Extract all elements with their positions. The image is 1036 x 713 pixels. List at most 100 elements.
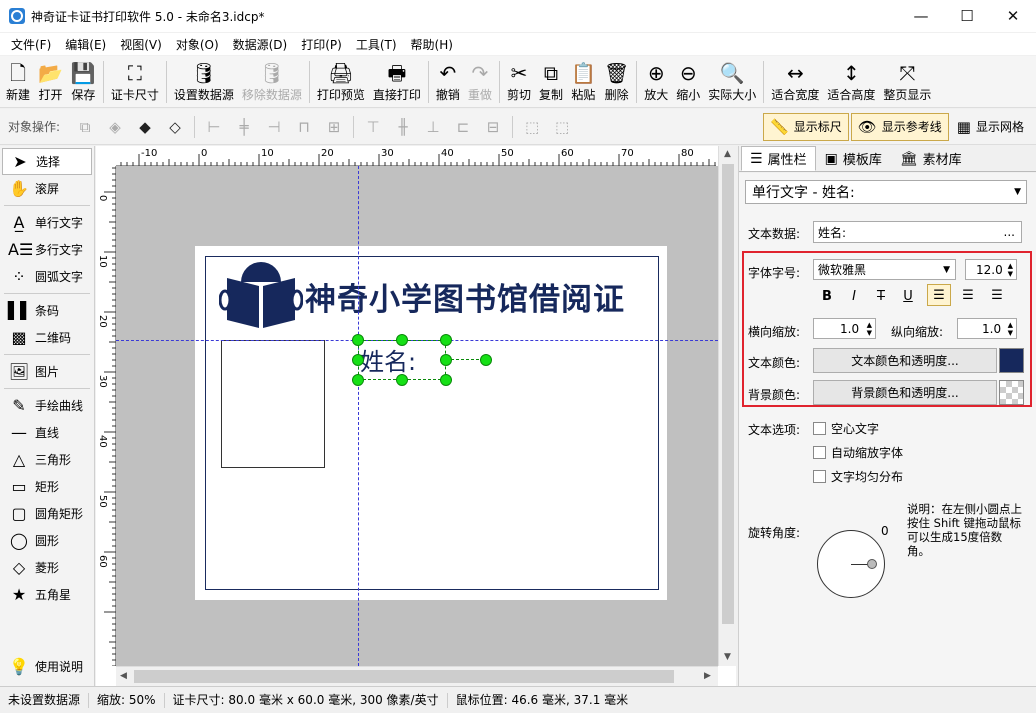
tab-materials[interactable]: 🏛 素材库 — [891, 146, 971, 171]
tool-arc-text[interactable]: ⁘ 圆弧文字 — [0, 263, 94, 290]
open-button[interactable]: 📂 打开 — [34, 56, 67, 108]
hollow-text-checkbox[interactable]: 空心文字 — [813, 420, 879, 437]
rotation-knob[interactable] — [867, 559, 877, 569]
minimize-button[interactable]: — — [898, 0, 944, 32]
tool-hand[interactable]: ✋ 滚屏 — [0, 175, 94, 202]
menu-file[interactable]: 文件(F) — [4, 36, 58, 53]
bg-color-swatch[interactable] — [999, 380, 1024, 405]
zoom-in-button[interactable]: ⊕ 放大 — [640, 56, 672, 108]
photo-frame-rect[interactable] — [221, 340, 325, 468]
menu-edit[interactable]: 编辑(E) — [58, 36, 113, 53]
rotation-handle[interactable] — [480, 354, 492, 366]
menu-tools[interactable]: 工具(T) — [349, 36, 404, 53]
rotation-dial[interactable] — [817, 530, 885, 598]
scroll-left-arrow-icon[interactable]: ◀ — [120, 671, 127, 681]
tool-triangle[interactable]: △ 三角形 — [0, 446, 94, 473]
close-button[interactable]: ✕ — [990, 0, 1036, 32]
vertical-scrollbar[interactable]: ▲ ▼ — [718, 146, 736, 666]
undo-button[interactable]: ↶ 撤销 — [432, 56, 464, 108]
resize-handle-n[interactable] — [396, 334, 408, 346]
fit-page-button[interactable]: ⤧ 整页显示 — [879, 56, 935, 108]
tool-rectangle[interactable]: ▭ 矩形 — [0, 473, 94, 500]
zoom-out-button[interactable]: ⊖ 缩小 — [672, 56, 704, 108]
delete-button[interactable]: 🗑 删除 — [600, 56, 633, 108]
tool-diamond[interactable]: ◇ 菱形 — [0, 554, 94, 581]
text-color-button[interactable]: 文本颜色和透明度... — [813, 348, 997, 373]
tab-properties[interactable]: ☰ 属性栏 — [741, 146, 816, 171]
align-left-button[interactable]: ☰ — [927, 284, 951, 306]
menu-object[interactable]: 对象(O) — [169, 36, 226, 53]
help-button[interactable]: 💡 使用说明 — [0, 653, 94, 680]
resize-handle-nw[interactable] — [352, 334, 364, 346]
horizontal-scrollbar[interactable]: ◀ ▶ — [116, 666, 718, 686]
tool-star[interactable]: ★ 五角星 — [0, 581, 94, 608]
text-data-field[interactable]: 姓名: ... — [813, 221, 1022, 243]
font-name-select[interactable]: 微软雅黑 ▼ — [813, 259, 956, 280]
italic-button[interactable]: I — [842, 285, 866, 307]
spinner-arrows-icon[interactable]: ▲ ▼ — [867, 321, 872, 337]
spinner-arrows-icon[interactable]: ▲ ▼ — [1008, 262, 1013, 278]
tool-line[interactable]: — 直线 — [0, 419, 94, 446]
resize-handle-se[interactable] — [440, 374, 452, 386]
tool-qrcode[interactable]: ▩ 二维码 — [0, 324, 94, 351]
align-right-button[interactable]: ☰ — [985, 284, 1009, 306]
tool-image[interactable]: 🖼 图片 — [0, 358, 94, 385]
tool-single-text[interactable]: A̲ 单行文字 — [0, 209, 94, 236]
tool-rounded-rect[interactable]: ▢ 圆角矩形 — [0, 500, 94, 527]
text-color-swatch[interactable] — [999, 348, 1024, 373]
horizontal-ruler[interactable]: -10 0 10 20 30 40 50 60 70 80 — [116, 146, 716, 166]
resize-handle-e[interactable] — [440, 354, 452, 366]
fit-width-button[interactable]: ↔ 适合宽度 — [767, 56, 823, 108]
card-canvas[interactable]: 神奇小学图书馆借阅证 姓名: — [195, 246, 667, 600]
tool-pen[interactable]: ✎ 手绘曲线 — [0, 392, 94, 419]
strikethrough-button[interactable]: T — [869, 285, 893, 307]
align-center-button[interactable]: ☰ — [956, 284, 980, 306]
cut-button[interactable]: ✂ 剪切 — [503, 56, 535, 108]
resize-handle-s[interactable] — [396, 374, 408, 386]
tab-templates[interactable]: ▣ 模板库 — [816, 146, 891, 171]
book-logo[interactable] — [218, 262, 304, 333]
scroll-right-arrow-icon[interactable]: ▶ — [704, 671, 711, 681]
hscale-stepper[interactable]: 1.0 ▲ ▼ — [813, 318, 876, 339]
paste-button[interactable]: 📋 粘贴 — [567, 56, 600, 108]
vscale-stepper[interactable]: 1.0 ▲ ▼ — [957, 318, 1017, 339]
menu-print[interactable]: 打印(P) — [294, 36, 349, 53]
card-size-button[interactable]: ⛶ 证卡尺寸 — [107, 56, 163, 108]
resize-handle-sw[interactable] — [352, 374, 364, 386]
spinner-arrows-icon[interactable]: ▲ ▼ — [1008, 321, 1013, 337]
card-title-text[interactable]: 神奇小学图书馆借阅证 — [305, 274, 625, 319]
save-button[interactable]: 💾 保存 — [67, 56, 100, 108]
design-workspace[interactable]: 神奇小学图书馆借阅证 姓名: — [116, 166, 718, 666]
datasource-button[interactable]: 🛢 设置数据源 — [170, 56, 238, 108]
tool-barcode[interactable]: ▌▌ 条码 — [0, 297, 94, 324]
copy-button[interactable]: ⧉ 复制 — [535, 56, 567, 108]
bring-front-icon[interactable]: ◆ — [132, 115, 158, 139]
bg-color-button[interactable]: 背景颜色和透明度... — [813, 380, 997, 405]
underline-button[interactable]: U — [896, 285, 920, 307]
new-file-button[interactable]: 🗋 新建 — [2, 56, 34, 108]
menu-view[interactable]: 视图(V) — [113, 36, 169, 53]
scroll-down-arrow-icon[interactable]: ▼ — [724, 652, 731, 662]
print-button[interactable]: 🖶 直接打印 — [369, 56, 425, 108]
scroll-up-arrow-icon[interactable]: ▲ — [724, 149, 731, 159]
horizontal-scroll-thumb[interactable] — [134, 670, 674, 683]
show-guides-toggle[interactable]: 👁 显示参考线 — [850, 112, 949, 141]
maximize-button[interactable]: ☐ — [944, 0, 990, 32]
text-data-more-button[interactable]: ... — [1004, 225, 1015, 239]
vertical-scroll-thumb[interactable] — [722, 164, 734, 624]
auto-scale-font-checkbox[interactable]: 自动缩放字体 — [813, 444, 903, 461]
vertical-ruler[interactable]: 0 10 20 30 40 50 60 — [96, 166, 116, 667]
font-size-stepper[interactable]: 12.0 ▲ ▼ — [965, 259, 1017, 280]
send-back-icon[interactable]: ◇ — [162, 115, 188, 139]
resize-handle-w[interactable] — [352, 354, 364, 366]
even-distribution-checkbox[interactable]: 文字均匀分布 — [813, 468, 903, 485]
tool-select-arrow[interactable]: ➤ 选择 — [2, 148, 92, 175]
print-preview-button[interactable]: 🖨 打印预览 — [313, 56, 369, 108]
actual-size-button[interactable]: 🔍 实际大小 — [704, 56, 760, 108]
resize-handle-ne[interactable] — [440, 334, 452, 346]
object-select-dropdown[interactable]: 单行文字 - 姓名: ▼ — [745, 180, 1027, 204]
menu-datasource[interactable]: 数据源(D) — [226, 36, 295, 53]
vertical-guideline[interactable] — [358, 166, 359, 666]
tool-multiline-text[interactable]: A☰ 多行文字 — [0, 236, 94, 263]
fit-height-button[interactable]: ↕ 适合高度 — [823, 56, 879, 108]
